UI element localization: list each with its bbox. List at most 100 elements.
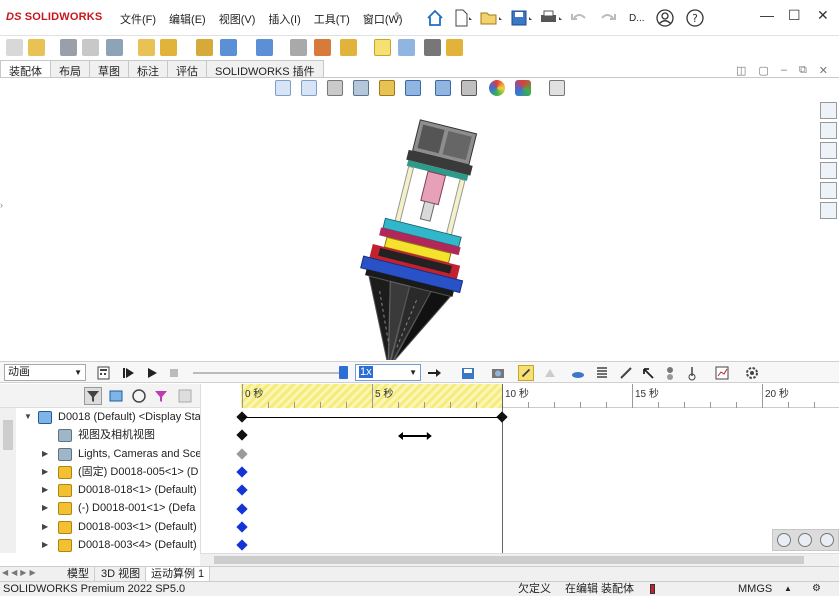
tree-item-component[interactable]: ▶ D0018-003<1> (Default) [0, 518, 200, 536]
motion-study-properties-icon[interactable] [744, 365, 760, 381]
timeline-horizontal-scrollbar[interactable] [200, 553, 839, 566]
help-icon[interactable]: ? [685, 8, 705, 28]
tree-scrollbar-thumb[interactable] [3, 420, 13, 450]
tab-solidworks-addins[interactable]: SOLIDWORKS 插件 [206, 60, 324, 78]
previous-view-icon[interactable] [327, 80, 343, 96]
tab-layout[interactable]: 布局 [50, 60, 90, 78]
play-icon[interactable] [144, 365, 160, 381]
mate-icon[interactable] [60, 39, 77, 56]
tab-motion-study-1[interactable]: 运动算例 1 [146, 567, 211, 582]
solidworks-resources-icon[interactable] [820, 102, 837, 119]
filter-results-icon[interactable] [152, 387, 170, 405]
playback-slider-thumb[interactable] [339, 366, 348, 379]
chevron-right-icon[interactable]: ▶ [42, 481, 48, 499]
filter-animating-icon[interactable] [84, 387, 102, 405]
gripper-assembly-model[interactable] [6, 78, 818, 360]
timeline-time-bar[interactable] [502, 384, 503, 553]
graphics-area[interactable] [6, 78, 818, 360]
camera-icon[interactable] [424, 39, 441, 56]
instant3d-icon[interactable] [340, 39, 357, 56]
hide-show-items-icon[interactable] [461, 80, 477, 96]
contact-icon[interactable] [662, 365, 678, 381]
assembly-features-icon[interactable] [196, 39, 213, 56]
tab-assembly[interactable]: 装配体 [0, 60, 51, 78]
spring-icon[interactable] [594, 365, 610, 381]
bill-of-materials-icon[interactable] [290, 39, 307, 56]
zoom-in-icon[interactable] [798, 533, 813, 547]
large-assembly-icon[interactable] [446, 39, 463, 56]
tree-item-component[interactable]: ▶ (-) D0018-001<1> (Defa [0, 499, 200, 517]
zoom-to-fit-icon[interactable] [776, 533, 791, 547]
study-type-select[interactable]: 动画 ▼ [4, 364, 86, 381]
chevron-right-icon[interactable]: ▶ [42, 463, 48, 481]
close-pane-icon[interactable]: ✕ [819, 64, 828, 77]
redo-icon[interactable] [597, 8, 621, 28]
tab-3d-views[interactable]: 3D 视图 [96, 567, 147, 582]
tab-sketch[interactable]: 草图 [89, 60, 129, 78]
zoom-to-fit-icon[interactable] [275, 80, 291, 96]
file-explorer-icon[interactable] [820, 142, 837, 159]
insert-components-icon[interactable] [28, 39, 45, 56]
menu-view[interactable]: 视图(V) [219, 11, 256, 27]
save-animation-icon[interactable] [460, 365, 476, 381]
damper-icon[interactable] [618, 365, 634, 381]
add-update-key-icon[interactable] [542, 365, 558, 381]
custom-properties-icon[interactable] [820, 202, 837, 219]
design-library-icon[interactable] [820, 122, 837, 139]
exploded-view-icon[interactable] [314, 39, 331, 56]
filter-driving-icon[interactable] [108, 387, 126, 405]
tab-scroll-arrows-icon[interactable]: ◀◀▶▶ [2, 568, 39, 577]
dynamic-annotation-icon[interactable] [379, 80, 395, 96]
home-icon[interactable] [425, 8, 445, 28]
tree-item-lights-scene[interactable]: ▶ Lights, Cameras and Sce [0, 445, 200, 463]
panel-collapse-icon[interactable]: › [0, 200, 6, 214]
chevron-right-icon[interactable]: ▶ [42, 499, 48, 517]
view-settings-icon[interactable] [549, 80, 565, 96]
collapse-tree-icon[interactable] [176, 387, 194, 405]
expand-left-icon[interactable]: ◫ [736, 64, 746, 77]
playback-mode-icon[interactable] [426, 365, 442, 381]
update-speedpak-icon[interactable] [374, 39, 391, 56]
edit-component-icon[interactable] [6, 39, 23, 56]
play-from-start-icon[interactable] [120, 365, 136, 381]
chevron-right-icon[interactable]: ▶ [42, 536, 48, 553]
filter-selected-icon[interactable] [130, 387, 148, 405]
units-chevron-up-icon[interactable]: ▲ [784, 582, 792, 596]
assembly-duration-bar[interactable] [242, 417, 502, 418]
account-icon[interactable] [655, 8, 675, 28]
view-palette-icon[interactable] [820, 162, 837, 179]
tree-timeline-splitter[interactable] [200, 384, 241, 553]
zoom-to-area-icon[interactable] [301, 80, 317, 96]
chevron-right-icon[interactable]: ▶ [42, 518, 48, 536]
reference-geometry-icon[interactable] [220, 39, 237, 56]
print-icon[interactable] [539, 8, 563, 28]
results-plots-icon[interactable] [714, 365, 730, 381]
calculate-icon[interactable] [96, 365, 112, 381]
apply-scene-icon[interactable] [515, 80, 531, 96]
linear-pattern-icon[interactable] [82, 39, 99, 56]
solidworks-logo[interactable]: DS SOLIDWORKS [6, 11, 102, 23]
force-icon[interactable] [640, 365, 656, 381]
tab-markup[interactable]: 标注 [128, 60, 168, 78]
chevron-right-icon[interactable]: ▶ [42, 445, 48, 463]
section-view-icon[interactable] [353, 80, 369, 96]
tree-item-component[interactable]: ▶ (固定) D0018-005<1> (D [0, 463, 200, 481]
open-folder-icon[interactable] [479, 8, 503, 28]
show-hidden-icon[interactable] [160, 39, 177, 56]
minimize-icon[interactable]: — [760, 7, 774, 23]
undo-icon[interactable] [569, 8, 593, 28]
tab-evaluate[interactable]: 评估 [167, 60, 207, 78]
new-motion-study-icon[interactable] [256, 39, 273, 56]
customize-icon[interactable]: ⚙ [812, 582, 821, 596]
menu-tools[interactable]: 工具(T) [314, 11, 350, 27]
animation-wizard-icon[interactable] [490, 365, 506, 381]
tab-model[interactable]: 模型 [62, 567, 95, 582]
view-orientation-icon[interactable] [405, 80, 421, 96]
chevron-down-icon[interactable]: ▼ [24, 408, 32, 426]
smart-fasteners-icon[interactable] [106, 39, 123, 56]
take-snapshot-icon[interactable] [398, 39, 415, 56]
playback-speed-select[interactable]: 1x ▼ [355, 364, 421, 381]
tree-root-assembly[interactable]: ▼ D0018 (Default) <Display Sta [0, 408, 200, 426]
tree-item-component[interactable]: ▶ D0018-018<1> (Default) [0, 481, 200, 499]
display-style-icon[interactable] [435, 80, 451, 96]
